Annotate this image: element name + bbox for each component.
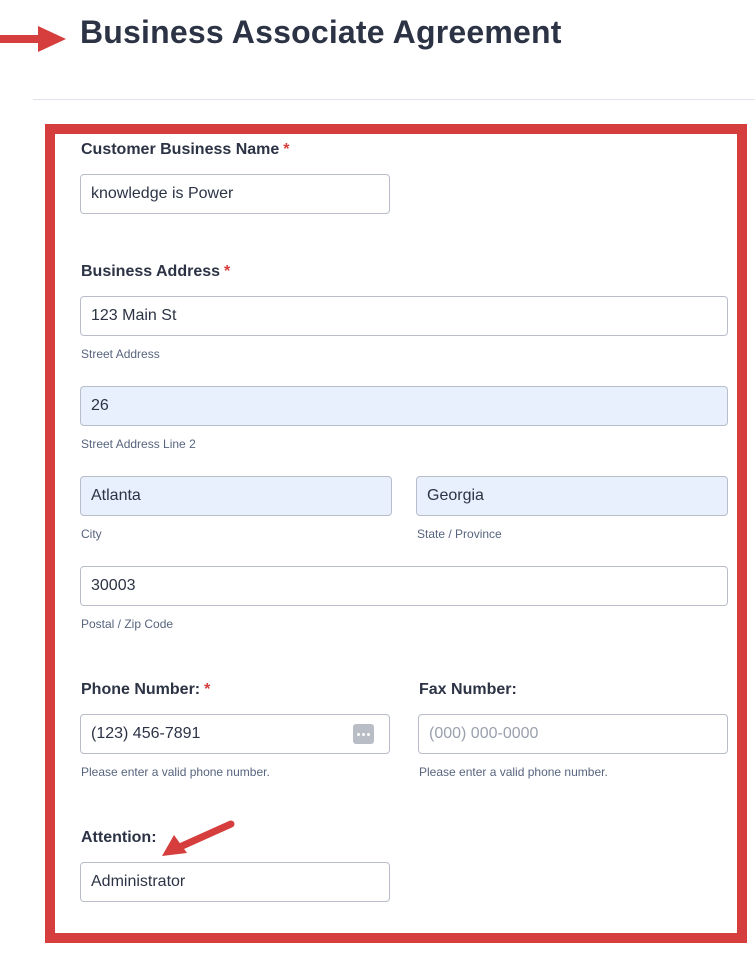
annotation-arrow-icon (0, 26, 66, 52)
phone-number-input[interactable] (80, 714, 390, 754)
city-sublabel: City (81, 527, 102, 541)
ellipsis-icon[interactable] (353, 724, 374, 744)
header-divider (33, 99, 755, 100)
attention-input[interactable] (80, 862, 390, 902)
street-address-sublabel: Street Address (81, 347, 160, 361)
required-mark: * (283, 141, 290, 158)
street-address-input[interactable] (80, 296, 728, 336)
street-address-line2-input[interactable] (80, 386, 728, 426)
fax-number-label: Fax Number: (419, 681, 517, 698)
form-highlight-box (45, 124, 747, 943)
street-address-line2-sublabel: Street Address Line 2 (81, 437, 196, 451)
state-province-input[interactable] (416, 476, 728, 516)
phone-number-hint: Please enter a valid phone number. (81, 765, 270, 779)
state-province-sublabel: State / Province (417, 527, 502, 541)
city-input[interactable] (80, 476, 392, 516)
attention-label: Attention: (81, 829, 157, 846)
postal-code-sublabel: Postal / Zip Code (81, 617, 174, 631)
page-title: Business Associate Agreement (80, 14, 562, 50)
fax-number-hint: Please enter a valid phone number. (419, 765, 608, 779)
postal-code-input[interactable] (80, 566, 728, 606)
fax-number-input[interactable] (418, 714, 728, 754)
business-address-label: Business Address * (81, 263, 231, 280)
phone-number-label: Phone Number: * (81, 681, 211, 698)
required-mark: * (224, 263, 231, 280)
annotation-arrow-icon (162, 820, 235, 856)
required-mark: * (204, 681, 211, 698)
customer-business-name-label: Customer Business Name * (81, 141, 290, 158)
customer-business-name-input[interactable] (80, 174, 390, 214)
